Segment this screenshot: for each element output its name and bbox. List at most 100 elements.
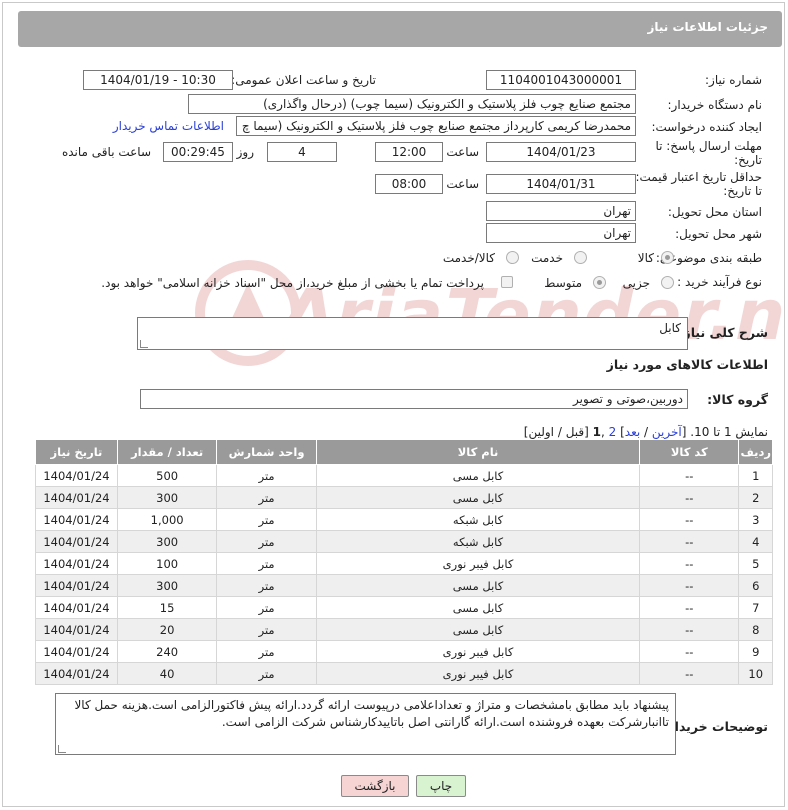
cell-quantity: 40 (116, 662, 218, 685)
process-option-partial: جزیی (622, 276, 650, 290)
cell-item-name: کابل مسی (315, 596, 641, 619)
table-row: 9 -- کابل فیبر نوری متر 240 1404/01/24 (35, 640, 773, 663)
price-validity-time-field[interactable]: 08:00 (375, 174, 443, 194)
pagination-next-link[interactable]: بعد (625, 425, 640, 439)
table-row: 7 -- کابل مسی متر 15 1404/01/24 (35, 596, 773, 619)
cell-quantity: 100 (116, 552, 218, 575)
cell-row-number: 4 (738, 530, 773, 553)
description-text: کابل (659, 321, 681, 335)
category-radio-service[interactable] (574, 251, 587, 264)
cell-item-code: -- (639, 508, 740, 531)
cell-need-date: 1404/01/24 (35, 574, 118, 597)
back-button[interactable]: بازگشت (341, 775, 409, 797)
process-radio-medium[interactable] (593, 276, 606, 289)
category-option-goods: کالا (637, 251, 654, 265)
treasury-payment-checkbox[interactable] (501, 276, 513, 288)
need-number-field[interactable]: 1104001043000001 (486, 70, 636, 90)
cell-quantity: 15 (116, 596, 218, 619)
table-row: 8 -- کابل مسی متر 20 1404/01/24 (35, 618, 773, 641)
pagination-separator-2: ] (616, 425, 625, 439)
print-button[interactable]: چاپ (416, 775, 466, 797)
cell-quantity: 1,000 (116, 508, 218, 531)
cell-need-date: 1404/01/24 (35, 618, 118, 641)
description-label: شرح کلی نیاز: (678, 325, 768, 340)
cell-item-code: -- (639, 552, 740, 575)
cell-quantity: 20 (116, 618, 218, 641)
cell-unit: متر (216, 508, 317, 531)
remaining-time-field[interactable]: 00:29:45 (163, 142, 233, 162)
goods-table: ردیف کد کالا نام کالا واحد شمارش تعداد /… (35, 439, 773, 685)
creator-field[interactable]: محمدرضا کریمی کارپرداز مجتمع صنایع چوب ف… (236, 116, 636, 136)
process-radio-partial[interactable] (661, 276, 674, 289)
buyer-contact-link[interactable]: اطلاعات تماس خریدار (113, 119, 224, 133)
deadline-time-field[interactable]: 12:00 (375, 142, 443, 162)
cell-unit: متر (216, 574, 317, 597)
category-option-service: خدمت (531, 251, 563, 265)
pagination-separator-1: / (640, 425, 652, 439)
province-field[interactable]: تهران (486, 201, 636, 221)
announce-field[interactable]: 1404/01/19 - 10:30 (83, 70, 233, 90)
cell-item-code: -- (639, 464, 740, 487)
col-unit-header: واحد شمارش (216, 439, 317, 465)
days-field[interactable]: 4 (267, 142, 337, 162)
cell-row-number: 9 (738, 640, 773, 663)
deadline-date-label: تاریخ: (734, 153, 762, 167)
price-validity-label: حداقل تاریخ اعتبار قیمت: (635, 170, 762, 184)
cell-item-code: -- (639, 530, 740, 553)
cell-row-number: 7 (738, 596, 773, 619)
cell-row-number: 8 (738, 618, 773, 641)
table-row: 1 -- کابل مسی متر 500 1404/01/24 (35, 464, 773, 487)
cell-item-name: کابل فیبر نوری (315, 662, 641, 685)
category-radio-both[interactable] (506, 251, 519, 264)
cell-quantity: 300 (116, 530, 218, 553)
cell-item-name: کابل فیبر نوری (315, 552, 641, 575)
buyer-notes-label: توضیحات خریدار: (662, 719, 768, 734)
col-code-header: کد کالا (639, 439, 740, 465)
cell-item-name: کابل مسی (315, 574, 641, 597)
table-row: 3 -- کابل شبکه متر 1,000 1404/01/24 (35, 508, 773, 531)
cell-item-name: کابل فیبر نوری (315, 640, 641, 663)
process-option-medium: متوسط (544, 276, 582, 290)
need-number-label: شماره نیاز: (705, 73, 762, 87)
price-validity-date-field[interactable]: 1404/01/31 (486, 174, 636, 194)
buyer-org-label: نام دستگاه خریدار: (667, 98, 763, 112)
deadline-date-field[interactable]: 1404/01/23 (486, 142, 636, 162)
cell-item-code: -- (639, 486, 740, 509)
cell-quantity: 500 (116, 464, 218, 487)
cell-need-date: 1404/01/24 (35, 464, 118, 487)
cell-quantity: 300 (116, 486, 218, 509)
cell-row-number: 10 (738, 662, 773, 685)
pagination-suffix: [قبل / اولین] (523, 425, 593, 439)
cell-quantity: 300 (116, 574, 218, 597)
cell-unit: متر (216, 552, 317, 575)
cell-row-number: 1 (738, 464, 773, 487)
goods-info-title: اطلاعات کالاهای مورد نیاز (606, 357, 768, 372)
goods-group-field[interactable]: دوربین،صوتی و تصویر (140, 389, 688, 409)
resize-handle-icon[interactable] (140, 340, 148, 348)
table-header-row: ردیف کد کالا نام کالا واحد شمارش تعداد /… (35, 439, 773, 465)
cell-item-code: -- (639, 596, 740, 619)
description-field[interactable]: کابل (137, 317, 688, 350)
cell-unit: متر (216, 464, 317, 487)
deadline-label: مهلت ارسال پاسخ: تا (655, 139, 762, 153)
col-row-header: ردیف (738, 439, 773, 465)
category-radio-goods[interactable] (661, 251, 674, 264)
cell-item-code: -- (639, 640, 740, 663)
cell-unit: متر (216, 486, 317, 509)
city-field[interactable]: تهران (486, 223, 636, 243)
resize-handle-icon[interactable] (58, 745, 66, 753)
buyer-notes-field[interactable]: پیشنهاد باید مطابق بامشخصات و متراژ و تع… (55, 693, 676, 755)
cell-unit: متر (216, 530, 317, 553)
cell-unit: متر (216, 662, 317, 685)
pagination-last-link[interactable]: آخرین (652, 425, 682, 439)
price-validity-date-label: تا تاریخ: (723, 184, 762, 198)
cell-need-date: 1404/01/24 (35, 596, 118, 619)
pagination-separator-3: , (601, 425, 609, 439)
pagination-prefix: نمایش 1 تا 10. [ (681, 425, 768, 439)
buyer-org-field[interactable]: مجتمع صنایع چوب فلز پلاستیک و الکترونیک … (188, 94, 636, 114)
cell-unit: متر (216, 618, 317, 641)
table-row: 6 -- کابل مسی متر 300 1404/01/24 (35, 574, 773, 597)
cell-need-date: 1404/01/24 (35, 530, 118, 553)
province-label: استان محل تحویل: (667, 205, 762, 219)
cell-row-number: 3 (738, 508, 773, 531)
